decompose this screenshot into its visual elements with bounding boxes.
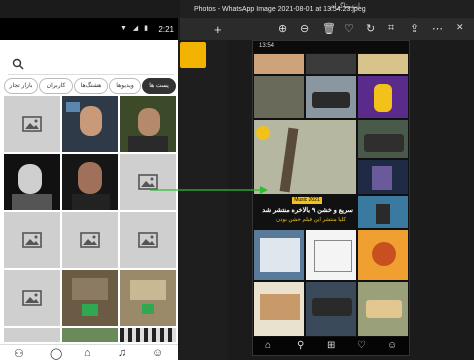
ss-tile — [357, 75, 409, 119]
photos-toolbar: Photos - WhatsApp Image 2021-08-01 at 13… — [180, 6, 474, 40]
ss-add-icon: ⊞ — [327, 340, 336, 351]
chip-users[interactable]: کاربران — [39, 78, 73, 94]
crop-icon[interactable]: ⌗ — [388, 22, 394, 35]
status-icons: ▼ ◢ ▮ — [119, 25, 150, 32]
ss-tile — [357, 159, 409, 195]
grid-photo[interactable] — [4, 154, 60, 210]
ss-search-icon: ⚲ — [297, 340, 305, 351]
search-icon — [12, 58, 24, 70]
annotation-arrow — [150, 186, 268, 194]
zoom-out-icon[interactable]: ⊖ — [300, 22, 309, 35]
ss-tile — [253, 53, 305, 75]
ss-bottom-nav: ⌂ ⚲ ⊞ ♡ ☺ — [253, 337, 409, 355]
ss-caption-title: سریع و خشن ۹ بالاخره منتشر شد — [262, 207, 353, 214]
rotate-icon[interactable]: ↻ — [366, 22, 375, 35]
heart-icon[interactable]: ♡ — [344, 22, 354, 35]
folder-icon[interactable] — [180, 42, 206, 68]
users-icon[interactable]: ⚇ — [14, 347, 24, 360]
grid-placeholder[interactable] — [4, 212, 60, 268]
ss-tile — [357, 119, 409, 159]
chip-posts[interactable]: پست ها — [142, 78, 176, 94]
status-time: 2:21 — [158, 25, 174, 34]
grid-placeholder[interactable] — [4, 96, 60, 152]
image-placeholder-icon — [80, 232, 100, 248]
bell-icon[interactable]: ♫ — [118, 347, 126, 359]
more-icon[interactable]: ⋯ — [432, 22, 443, 35]
image-placeholder-icon — [22, 232, 42, 248]
share-icon[interactable]: ⇪ — [410, 22, 419, 35]
ss-tile — [305, 229, 357, 281]
image-placeholder-icon — [138, 232, 158, 248]
ss-tile — [253, 229, 305, 281]
grid-placeholder[interactable] — [4, 328, 60, 342]
close-icon[interactable]: ✕ — [456, 22, 464, 33]
ss-home-icon: ⌂ — [265, 340, 272, 351]
ss-tile — [305, 53, 357, 75]
chip-market[interactable]: بازار تجار — [4, 78, 38, 94]
grid-photo[interactable] — [62, 154, 118, 210]
ss-tile — [253, 75, 305, 119]
phone-status-bar: ▼ ◢ ▮ 2:21 — [0, 18, 178, 40]
home-icon[interactable]: ⌂ — [84, 347, 91, 359]
bottom-nav: ⚇ ◯ ⌂ ♫ ☺ — [0, 344, 178, 360]
ss-tile — [357, 281, 409, 337]
news-logo — [256, 126, 270, 140]
ss-tile — [305, 75, 357, 119]
ss-tile — [357, 53, 409, 75]
ss-status-bar: 13:54 — [253, 41, 409, 53]
profile-icon[interactable]: ☺ — [152, 347, 163, 359]
delete-icon[interactable]: 🗑 — [322, 22, 336, 35]
results-grid — [4, 96, 176, 342]
grid-photo[interactable] — [120, 96, 176, 152]
filter-chips: پست ها ویدیوها هشتگ‌ها کاربران بازار تجا… — [4, 78, 176, 94]
ss-news-image — [253, 119, 357, 195]
grid-placeholder[interactable] — [4, 270, 60, 326]
grid-placeholder[interactable] — [120, 154, 176, 210]
search-input[interactable] — [8, 56, 174, 75]
ss-heart-icon: ♡ — [357, 340, 366, 351]
ss-caption-sub: کلیا منتشر این فیلم خشن بودن — [276, 217, 346, 223]
ss-profile-icon: ☺ — [387, 340, 398, 351]
window-title: Photos - WhatsApp Image 2021-08-01 at 13… — [194, 6, 366, 13]
image-placeholder-icon — [22, 290, 42, 306]
chip-videos[interactable]: ویدیوها — [109, 78, 141, 94]
ss-tile — [357, 229, 409, 281]
grid-placeholder[interactable] — [62, 212, 118, 268]
ss-tile — [305, 281, 357, 337]
chip-hashtags[interactable]: هشتگ‌ها — [74, 78, 108, 94]
grid-photo[interactable] — [120, 328, 176, 342]
ss-badge: Music 2021 — [292, 197, 322, 204]
screenshot-image: 13:54 Music 2021 سریع و خشن ۹ بالاخره من… — [252, 40, 410, 356]
grid-photo[interactable] — [62, 96, 118, 152]
grid-placeholder[interactable] — [120, 212, 176, 268]
chat-icon[interactable]: ◯ — [50, 347, 62, 360]
ss-tile — [253, 281, 305, 337]
ss-tile — [357, 195, 409, 229]
add-icon[interactable]: + — [214, 22, 222, 37]
image-placeholder-icon — [22, 116, 42, 132]
ss-time: 13:54 — [259, 43, 275, 49]
grid-photo[interactable] — [120, 270, 176, 326]
ss-caption-block: Music 2021 سریع و خشن ۹ بالاخره منتشر شد… — [253, 195, 357, 229]
grid-photo[interactable] — [62, 328, 118, 342]
zoom-in-icon[interactable]: ⊕ — [278, 22, 287, 35]
grid-photo[interactable] — [62, 270, 118, 326]
photos-sidebar — [178, 40, 228, 360]
